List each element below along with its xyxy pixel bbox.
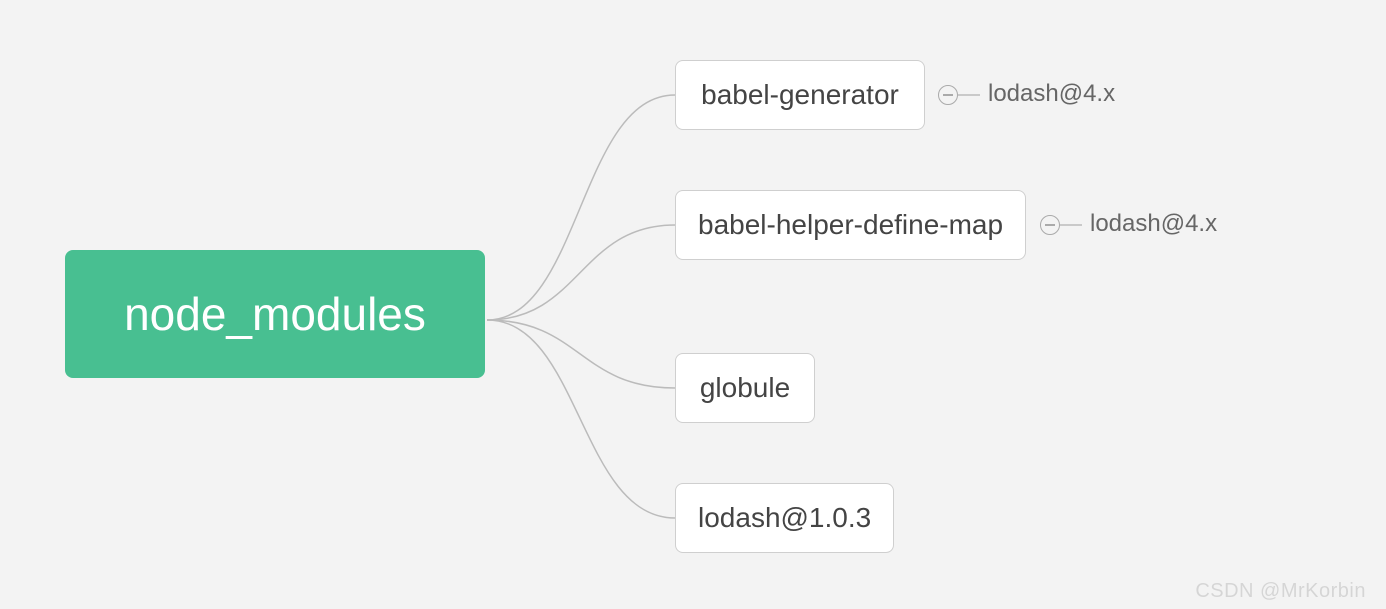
collapse-toggle-icon[interactable] bbox=[1040, 215, 1060, 235]
mindmap-canvas: node_modules babel-generator lodash@4.x … bbox=[0, 0, 1386, 609]
root-node[interactable]: node_modules bbox=[65, 250, 485, 378]
child-node-label: babel-helper-define-map bbox=[698, 209, 1003, 241]
child-node-label: globule bbox=[700, 372, 790, 404]
collapse-toggle-icon[interactable] bbox=[938, 85, 958, 105]
child-node-lodash-1-0-3[interactable]: lodash@1.0.3 bbox=[675, 483, 894, 553]
leaf-node-lodash-4x[interactable]: lodash@4.x bbox=[1090, 210, 1217, 238]
child-node-label: babel-generator bbox=[701, 79, 899, 111]
child-node-globule[interactable]: globule bbox=[675, 353, 815, 423]
root-node-label: node_modules bbox=[124, 287, 426, 341]
leaf-node-lodash-4x[interactable]: lodash@4.x bbox=[988, 80, 1115, 108]
leaf-node-label: lodash@4.x bbox=[988, 80, 1115, 107]
child-node-babel-helper-define-map[interactable]: babel-helper-define-map bbox=[675, 190, 1026, 260]
child-node-label: lodash@1.0.3 bbox=[698, 502, 871, 534]
child-node-babel-generator[interactable]: babel-generator bbox=[675, 60, 925, 130]
leaf-node-label: lodash@4.x bbox=[1090, 210, 1217, 237]
watermark-text: CSDN @MrKorbin bbox=[1195, 580, 1366, 603]
